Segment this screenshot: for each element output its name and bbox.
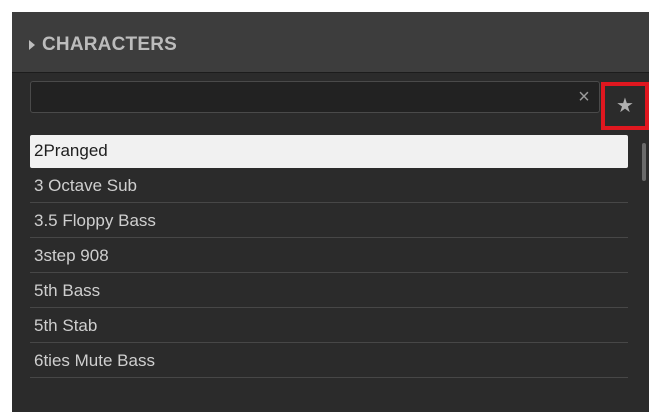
list-item[interactable]: 5th Stab	[30, 310, 628, 343]
list-item[interactable]: 3.5 Floppy Bass	[30, 205, 628, 238]
results-list: 2Pranged 3 Octave Sub 3.5 Floppy Bass 3s…	[12, 135, 649, 412]
header-title: CHARACTERS	[42, 34, 177, 55]
characters-header[interactable]: CHARACTERS	[12, 12, 649, 73]
list-item[interactable]: 5th Bass	[30, 275, 628, 308]
search-input[interactable]	[37, 86, 561, 110]
browser-panel: CHARACTERS × ★ 2Pranged 3 Octave Sub 3.5…	[12, 12, 649, 412]
expand-triangle-icon[interactable]	[29, 40, 35, 50]
star-icon[interactable]: ★	[605, 86, 645, 126]
clear-icon[interactable]: ×	[572, 85, 596, 109]
favorites-button[interactable]: ★	[601, 82, 649, 130]
search-row: ×	[12, 73, 649, 137]
search-field[interactable]: ×	[30, 81, 600, 113]
list-item[interactable]: 3step 908	[30, 240, 628, 273]
list-item[interactable]: 2Pranged	[30, 135, 628, 168]
list-item[interactable]: 6ties Mute Bass	[30, 345, 628, 378]
list-item[interactable]: 3 Octave Sub	[30, 170, 628, 203]
scrollbar-thumb[interactable]	[642, 143, 646, 181]
